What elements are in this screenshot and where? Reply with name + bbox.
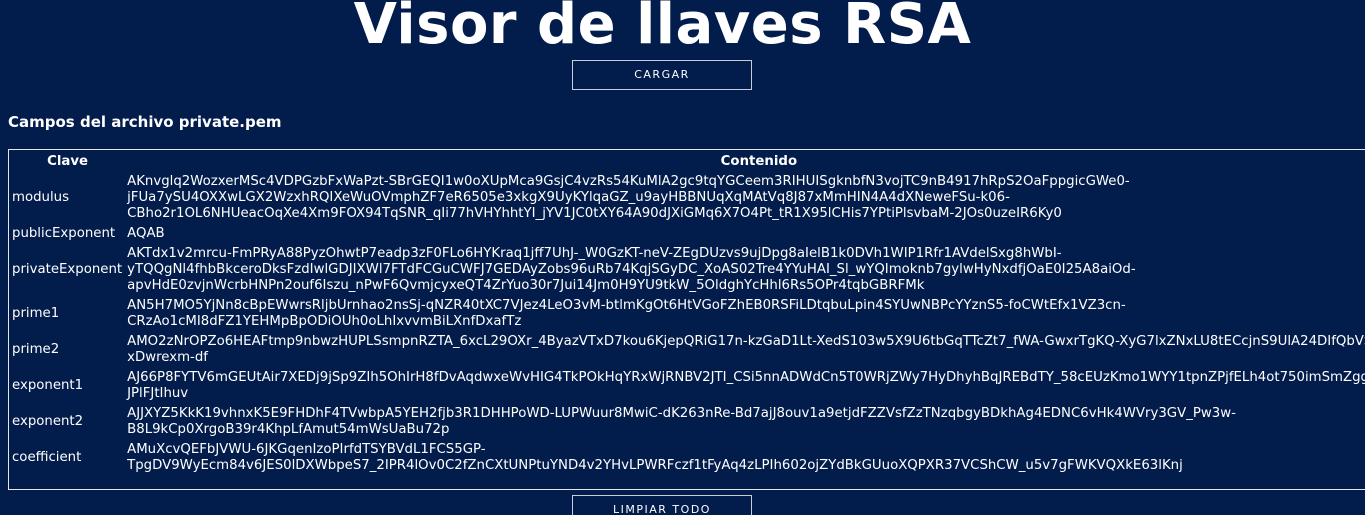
field-name: publicExponent — [12, 226, 116, 241]
field-value: AMO2zNrOPZo6HEAFtmp9nbwzHUPLSsmpnRZTA_6x… — [126, 333, 1365, 367]
field-name: privateExponent — [12, 262, 123, 277]
field-value-line: AKTdx1v2mrcu-FmPRyA88PyzOhwtP7eadp3zF0FL… — [127, 246, 1062, 261]
page: Visor de llaves RSA CARGAR Campos del ar… — [0, 0, 1365, 515]
field-value: AJJXYZ5KkK19vhnxK5E9FHDhF4TVwbpA5YEH2fjb… — [126, 405, 1365, 439]
page-title: Visor de llaves RSA — [353, 0, 972, 57]
column-header-content: Contenido — [720, 154, 798, 169]
field-value: AMuXcvQEFbJVWU-6JKGqenIzoPIrfdTSYBVdL1FC… — [126, 441, 1365, 475]
field-name: exponent1 — [12, 378, 84, 393]
field-value-line: AJ66P8FYTV6mGEUtAir7XEDj9jSp9ZIh5OhIrH8f… — [127, 370, 1365, 385]
load-button[interactable]: CARGAR — [572, 60, 752, 90]
field-value: AKTdx1v2mrcu-FmPRyA88PyzOhwtP7eadp3zF0FL… — [126, 245, 1365, 295]
field-value-line: AMO2zNrOPZo6HEAFtmp9nbwzHUPLSsmpnRZTA_6x… — [127, 334, 1365, 349]
table-row: modulus AKnvglq2WozxerMSc4VDPGzbFxWaPzt-S… — [11, 173, 1365, 223]
table-row: prime1 AN5H7MO5YjNn8cBpEWwrsRljbUrnhao2ns… — [11, 297, 1365, 331]
field-value-line: JPlFJtIhuv — [127, 386, 189, 401]
field-name: modulus — [12, 190, 70, 205]
field-value: AQAB — [126, 225, 1365, 243]
field-value-line: CRzAo1cMI8dFZ1YEHMpBpODiOUh0oLhIxvvmBiLX… — [127, 314, 522, 329]
field-value-line: CBho2r1OL6NHUeacOqXe4Xm9FOX94TqSNR_qIi77… — [127, 206, 1062, 221]
clear-all-button[interactable]: LIMPIAR TODO — [572, 495, 752, 515]
field-value-line: apvHdE0zvjnWcrbHNPn2ouf6Iszu_nPwF6Qvmjcy… — [127, 278, 925, 293]
table-row: prime2 AMO2zNrOPZo6HEAFtmp9nbwzHUPLSsmpnR… — [11, 333, 1365, 367]
column-header-key: Clave — [47, 154, 89, 169]
table-row: coefficient AMuXcvQEFbJVWU-6JKGqenIzoPIrf… — [11, 441, 1365, 475]
field-value-line: xDwrexm-df — [127, 350, 208, 365]
table-row: publicExponent AQAB — [11, 225, 1365, 243]
field-name: prime2 — [12, 342, 60, 357]
field-value-line: yTQQgNl4fhbBkceroDksFzdIwlGDJIXWl7FTdFCG… — [127, 262, 1136, 277]
field-value-line: AN5H7MO5YjNn8cBpEWwrsRljbUrnhao2nsSj-qNZ… — [127, 298, 1126, 313]
field-value-line: AQAB — [127, 226, 165, 241]
field-value-line: AJJXYZ5KkK19vhnxK5E9FHDhF4TVwbpA5YEH2fjb… — [127, 406, 1236, 421]
table-header-row: Clave Contenido — [11, 153, 1365, 171]
table-row: exponent1 AJ66P8FYTV6mGEUtAir7XEDj9jSp9ZI… — [11, 369, 1365, 403]
key-fields-table: Clave Contenido modulus AKnvglq2WozxerMSc… — [8, 149, 1365, 490]
table-row: exponent2 AJJXYZ5KkK19vhnxK5E9FHDhF4TVwbp… — [11, 405, 1365, 439]
table-row: privateExponent AKTdx1v2mrcu-FmPRyA88PyzO… — [11, 245, 1365, 295]
field-value: AJ66P8FYTV6mGEUtAir7XEDj9jSp9ZIh5OhIrH8f… — [126, 369, 1365, 403]
field-name: exponent2 — [12, 414, 84, 429]
field-name: prime1 — [12, 306, 60, 321]
field-value-line: AMuXcvQEFbJVWU-6JKGqenIzoPIrfdTSYBVdL1FC… — [127, 442, 486, 457]
field-value: AN5H7MO5YjNn8cBpEWwrsRljbUrnhao2nsSj-qNZ… — [126, 297, 1365, 331]
field-value-line: AKnvglq2WozxerMSc4VDPGzbFxWaPzt-SBrGEQI1… — [127, 174, 1130, 189]
field-value: AKnvglq2WozxerMSc4VDPGzbFxWaPzt-SBrGEQI1… — [126, 173, 1365, 223]
field-name: coefficient — [12, 450, 82, 465]
field-value-line: jFUa7ySU4OXXwLGX2WzxhRQIXeWuOVmphZF7eR65… — [127, 190, 1010, 205]
section-title: Campos del archivo private.pem — [8, 113, 282, 131]
field-value-line: TpgDV9WyEcm84v6JES0lDXWbpeS7_2IPR4lOv0C2… — [127, 458, 1183, 473]
field-value-line: B8L9kCp0XrgoB39r4KhpLfAmut54mWsUaBu72p — [127, 422, 450, 437]
